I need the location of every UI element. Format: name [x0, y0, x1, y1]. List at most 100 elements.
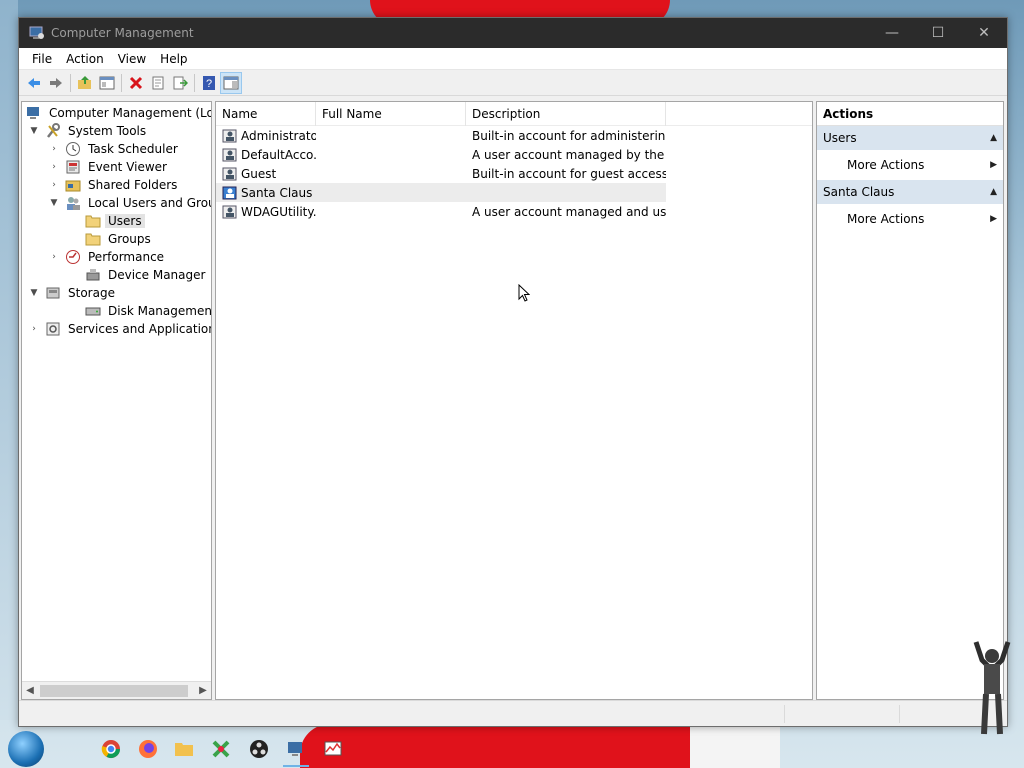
- user-icon: [222, 167, 237, 180]
- menu-help[interactable]: Help: [153, 52, 194, 66]
- tree-item-users[interactable]: Users: [68, 212, 145, 230]
- file-explorer-icon[interactable]: [173, 738, 195, 760]
- delete-button[interactable]: [125, 72, 147, 94]
- menu-view[interactable]: View: [111, 52, 153, 66]
- table-row[interactable]: WDAGUtility... A user account managed an…: [216, 202, 812, 221]
- tree-item-system-tools[interactable]: ▼ System Tools: [28, 122, 149, 140]
- toolbar: ?: [19, 70, 1007, 96]
- minimize-button[interactable]: —: [869, 18, 915, 48]
- user-icon: [222, 186, 237, 199]
- forward-button[interactable]: [45, 72, 67, 94]
- tree-label: Users: [105, 214, 145, 228]
- tree-item-task-scheduler[interactable]: › Task Scheduler: [48, 140, 181, 158]
- obs-icon[interactable]: [248, 738, 270, 760]
- more-actions-users[interactable]: More Actions ▶: [817, 150, 1003, 180]
- close-button[interactable]: ✕: [961, 18, 1007, 48]
- device-manager-icon: [85, 267, 101, 283]
- storage-icon: [45, 285, 61, 301]
- tree-item-storage[interactable]: ▼ Storage: [28, 284, 118, 302]
- actions-section-santa-claus[interactable]: Santa Claus ▲: [817, 180, 1003, 204]
- svg-text:?: ?: [206, 78, 212, 90]
- chrome-icon[interactable]: [100, 738, 122, 760]
- user-icon: [222, 129, 237, 142]
- column-header-name[interactable]: Name: [216, 102, 316, 126]
- section-label: Users: [823, 131, 857, 145]
- table-row[interactable]: Santa Claus: [216, 183, 666, 202]
- help-button[interactable]: ?: [198, 72, 220, 94]
- console-tree-icon: [99, 76, 115, 89]
- title-bar[interactable]: Computer Management — ☐ ✕: [19, 18, 1007, 48]
- tree-item-disk-management[interactable]: Disk Management: [68, 302, 212, 320]
- performance-monitor-icon[interactable]: [322, 738, 344, 760]
- action-label: More Actions: [847, 212, 925, 226]
- scroll-right-icon[interactable]: ▶: [195, 683, 211, 699]
- content-area: Computer Management (Local ▼ System Tool…: [19, 98, 1007, 700]
- computer-management-icon: [26, 105, 42, 121]
- section-label: Santa Claus: [823, 185, 895, 199]
- actions-section-users[interactable]: Users ▲: [817, 126, 1003, 150]
- menu-bar: File Action View Help: [19, 48, 1007, 70]
- chevron-right-icon[interactable]: ›: [48, 143, 60, 155]
- column-header-description[interactable]: Description: [466, 102, 666, 126]
- performance-icon: [65, 249, 81, 265]
- tree-label: Disk Management: [108, 304, 212, 318]
- tree-label: Device Manager: [108, 268, 206, 282]
- folder-icon: [85, 213, 101, 229]
- submenu-arrow-icon: ▶: [990, 160, 997, 170]
- action-pane-icon: [223, 76, 239, 89]
- tree-item-shared-folders[interactable]: › Shared Folders: [48, 176, 180, 194]
- table-row[interactable]: Administrator Built-in account for admin…: [216, 126, 812, 145]
- chevron-right-icon[interactable]: ›: [48, 251, 60, 263]
- computer-management-taskbar-icon[interactable]: [285, 738, 307, 760]
- tree-label: Storage: [68, 286, 115, 300]
- tree-item-device-manager[interactable]: Device Manager: [68, 266, 208, 284]
- user-description: A user account managed and use...: [472, 204, 666, 219]
- chevron-right-icon[interactable]: ›: [28, 323, 40, 335]
- user-icon: [222, 205, 237, 218]
- toolbar-separator: [121, 73, 122, 92]
- show-hide-console-tree-button[interactable]: [96, 72, 118, 94]
- tree-horizontal-scrollbar[interactable]: ◀ ▶: [22, 681, 211, 699]
- chevron-down-icon[interactable]: ▼: [28, 125, 40, 137]
- event-viewer-icon: [65, 159, 81, 175]
- tree-item-performance[interactable]: › Performance: [48, 248, 167, 266]
- tree-item-groups[interactable]: Groups: [68, 230, 154, 248]
- firefox-icon[interactable]: [137, 738, 159, 760]
- tree-item-event-viewer[interactable]: › Event Viewer: [48, 158, 170, 176]
- scroll-left-icon[interactable]: ◀: [22, 683, 38, 699]
- chevron-down-icon[interactable]: ▼: [28, 287, 40, 299]
- chevron-down-icon[interactable]: ▼: [48, 197, 60, 209]
- up-one-level-button[interactable]: [74, 72, 96, 94]
- chevron-right-icon[interactable]: ›: [48, 161, 60, 173]
- app-icon[interactable]: [210, 738, 232, 760]
- tree-label: Local Users and Groups: [88, 196, 211, 210]
- collapse-up-icon[interactable]: ▲: [990, 187, 997, 197]
- back-button[interactable]: [23, 72, 45, 94]
- folder-up-icon: [78, 75, 91, 89]
- table-row[interactable]: DefaultAcco... A user account managed by…: [216, 145, 812, 164]
- table-row[interactable]: Guest Built-in account for guest access …: [216, 164, 812, 183]
- export-list-icon: [173, 76, 188, 89]
- maximize-button[interactable]: ☐: [915, 18, 961, 48]
- computer-management-window: Computer Management — ☐ ✕ File Action Vi…: [18, 17, 1008, 727]
- tree-label: Services and Applications: [68, 322, 212, 336]
- menu-action[interactable]: Action: [59, 52, 111, 66]
- user-name: WDAGUtility...: [241, 204, 316, 219]
- tree-item-computer-management[interactable]: Computer Management (Local: [26, 104, 211, 122]
- users-group-icon: [65, 195, 81, 211]
- scrollbar-thumb[interactable]: [40, 685, 188, 697]
- desktop-character-figure: [973, 641, 1011, 735]
- chevron-right-icon[interactable]: ›: [48, 179, 60, 191]
- menu-file[interactable]: File: [25, 52, 59, 66]
- tree-item-local-users-groups[interactable]: ▼ Local Users and Groups: [48, 194, 211, 212]
- delete-x-icon: [129, 76, 143, 89]
- show-hide-action-pane-button[interactable]: [220, 71, 242, 94]
- tree-item-services-applications[interactable]: › Services and Applications: [28, 320, 212, 338]
- start-button[interactable]: [8, 731, 44, 767]
- properties-button[interactable]: [147, 72, 169, 94]
- column-header-full-name[interactable]: Full Name: [316, 102, 466, 126]
- collapse-up-icon[interactable]: ▲: [990, 133, 997, 143]
- more-actions-santa-claus[interactable]: More Actions ▶: [817, 204, 1003, 234]
- user-name: DefaultAcco...: [241, 147, 316, 162]
- export-list-button[interactable]: [169, 72, 191, 94]
